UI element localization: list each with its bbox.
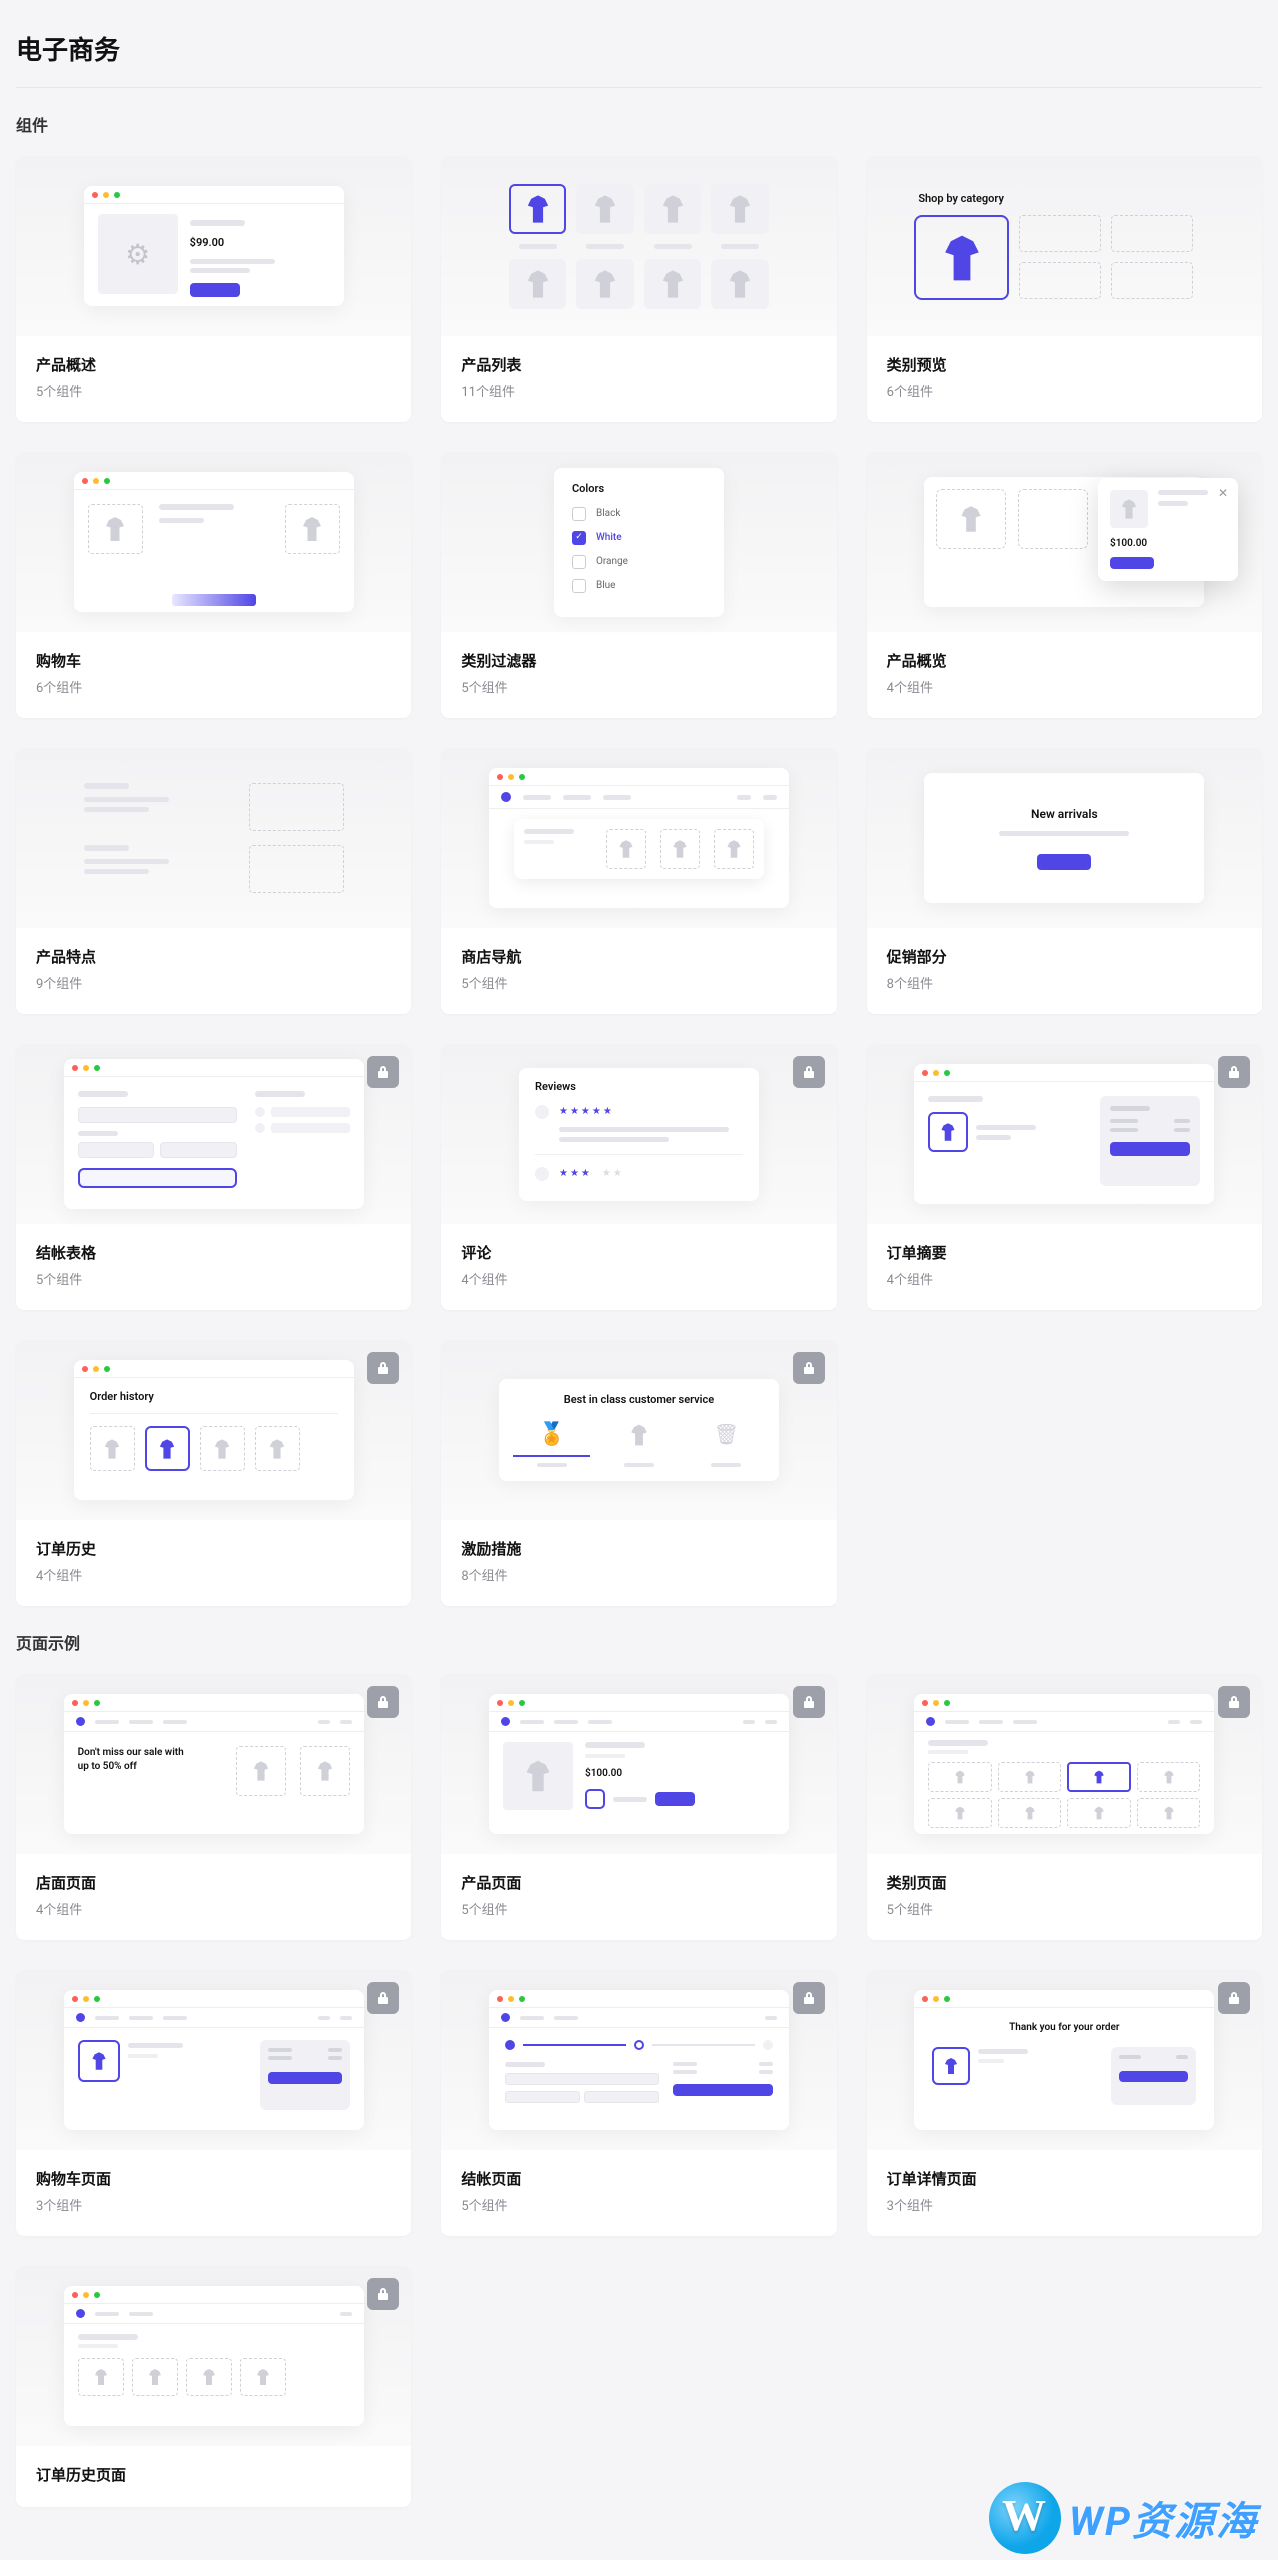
card-title: 类别预览 bbox=[887, 354, 1242, 375]
card-title: 类别页面 bbox=[887, 1872, 1242, 1893]
component-card[interactable]: 购物车页面 3个组件 bbox=[16, 1970, 411, 2236]
card-title: 激励措施 bbox=[461, 1538, 816, 1559]
card-subtitle: 3个组件 bbox=[36, 2195, 391, 2214]
lock-icon bbox=[1218, 1982, 1250, 2014]
component-card[interactable]: 订单摘要 4个组件 bbox=[867, 1044, 1262, 1310]
card-title: 产品列表 bbox=[461, 354, 816, 375]
card-title: 结帐表格 bbox=[36, 1242, 391, 1263]
card-title: 商店导航 bbox=[461, 946, 816, 967]
card-title: 产品页面 bbox=[461, 1872, 816, 1893]
card-preview: Reviews ★★★★★ ★★★★★ bbox=[441, 1044, 836, 1224]
component-card[interactable]: 产品列表 11个组件 bbox=[441, 156, 836, 422]
component-card[interactable]: Order history 订单历史 4个组件 bbox=[16, 1340, 411, 1606]
card-preview bbox=[16, 748, 411, 928]
lock-icon bbox=[367, 1982, 399, 2014]
card-subtitle: 4个组件 bbox=[36, 1565, 391, 1584]
component-card[interactable]: 类别页面 5个组件 bbox=[867, 1674, 1262, 1940]
lock-icon bbox=[793, 1352, 825, 1384]
card-subtitle: 6个组件 bbox=[887, 381, 1242, 400]
card-title: 订单历史页面 bbox=[36, 2464, 391, 2485]
card-preview: New arrivals bbox=[867, 748, 1262, 928]
lock-icon bbox=[1218, 1056, 1250, 1088]
card-preview bbox=[16, 1970, 411, 2150]
component-card[interactable]: $100.00 产品页面 5个组件 bbox=[441, 1674, 836, 1940]
card-subtitle: 6个组件 bbox=[36, 677, 391, 696]
card-subtitle: 4个组件 bbox=[461, 1269, 816, 1288]
component-card[interactable]: 订单历史页面 bbox=[16, 2266, 411, 2507]
card-subtitle: 3个组件 bbox=[887, 2195, 1242, 2214]
lock-icon bbox=[367, 1686, 399, 1718]
card-preview: Thank you for your order bbox=[867, 1970, 1262, 2150]
card-preview: Shop by category bbox=[867, 156, 1262, 336]
card-title: 产品特点 bbox=[36, 946, 391, 967]
page-title: 电子商务 bbox=[16, 20, 1262, 88]
lock-icon bbox=[1218, 1686, 1250, 1718]
card-title: 促销部分 bbox=[887, 946, 1242, 967]
component-card[interactable]: Reviews ★★★★★ ★★★★★ 评论 4个组件 bbox=[441, 1044, 836, 1310]
card-title: 产品概览 bbox=[887, 650, 1242, 671]
card-subtitle: 8个组件 bbox=[461, 1565, 816, 1584]
card-preview: ✕ $100.00 bbox=[867, 452, 1262, 632]
component-card[interactable]: Shop by category 类别预览 6个组件 bbox=[867, 156, 1262, 422]
lock-icon bbox=[793, 1686, 825, 1718]
card-title: 购物车 bbox=[36, 650, 391, 671]
card-subtitle: 5个组件 bbox=[461, 677, 816, 696]
component-card[interactable]: 结帐页面 5个组件 bbox=[441, 1970, 836, 2236]
card-preview bbox=[16, 452, 411, 632]
section-title: 组件 bbox=[16, 112, 1262, 136]
card-subtitle: 5个组件 bbox=[461, 1899, 816, 1918]
card-preview bbox=[441, 748, 836, 928]
card-title: 评论 bbox=[461, 1242, 816, 1263]
component-card[interactable]: 产品特点 9个组件 bbox=[16, 748, 411, 1014]
lock-icon bbox=[367, 1056, 399, 1088]
card-preview: Best in class customer service 🏅 🗑 bbox=[441, 1340, 836, 1520]
lock-icon bbox=[793, 1982, 825, 2014]
component-card[interactable]: ⚙ $99.00 产品概述 5个组件 bbox=[16, 156, 411, 422]
card-preview bbox=[16, 2266, 411, 2446]
card-subtitle: 5个组件 bbox=[461, 2195, 816, 2214]
lock-icon bbox=[367, 1352, 399, 1384]
card-preview bbox=[867, 1044, 1262, 1224]
card-title: 结帐页面 bbox=[461, 2168, 816, 2189]
card-subtitle: 8个组件 bbox=[887, 973, 1242, 992]
card-preview bbox=[867, 1674, 1262, 1854]
card-subtitle: 5个组件 bbox=[36, 381, 391, 400]
lock-icon bbox=[793, 1056, 825, 1088]
card-title: 订单详情页面 bbox=[887, 2168, 1242, 2189]
card-title: 订单摘要 bbox=[887, 1242, 1242, 1263]
section-title: 页面示例 bbox=[16, 1630, 1262, 1654]
card-preview: $100.00 bbox=[441, 1674, 836, 1854]
card-preview bbox=[16, 1044, 411, 1224]
card-preview: Don't miss our sale with up to 50% off bbox=[16, 1674, 411, 1854]
lock-icon bbox=[367, 2278, 399, 2310]
component-card[interactable]: New arrivals 促销部分 8个组件 bbox=[867, 748, 1262, 1014]
component-card[interactable]: 商店导航 5个组件 bbox=[441, 748, 836, 1014]
card-subtitle: 11个组件 bbox=[461, 381, 816, 400]
card-preview bbox=[441, 1970, 836, 2150]
card-title: 订单历史 bbox=[36, 1538, 391, 1559]
component-card[interactable]: Don't miss our sale with up to 50% off 店… bbox=[16, 1674, 411, 1940]
card-preview: Order history bbox=[16, 1340, 411, 1520]
card-subtitle: 5个组件 bbox=[36, 1269, 391, 1288]
component-card[interactable]: Colors BlackWhiteOrangeBlue 类别过滤器 5个组件 bbox=[441, 452, 836, 718]
component-card[interactable]: 结帐表格 5个组件 bbox=[16, 1044, 411, 1310]
watermark-logo: W WP资源海 bbox=[989, 2482, 1258, 2554]
component-card[interactable]: ✕ $100.00 产品概览 4个组件 bbox=[867, 452, 1262, 718]
card-subtitle: 5个组件 bbox=[461, 973, 816, 992]
card-title: 产品概述 bbox=[36, 354, 391, 375]
card-title: 店面页面 bbox=[36, 1872, 391, 1893]
card-subtitle: 4个组件 bbox=[36, 1899, 391, 1918]
card-title: 购物车页面 bbox=[36, 2168, 391, 2189]
component-card[interactable]: 购物车 6个组件 bbox=[16, 452, 411, 718]
card-preview bbox=[441, 156, 836, 336]
card-preview: Colors BlackWhiteOrangeBlue bbox=[441, 452, 836, 632]
component-card[interactable]: Best in class customer service 🏅 🗑 激励措施 8… bbox=[441, 1340, 836, 1606]
card-preview: ⚙ $99.00 bbox=[16, 156, 411, 336]
card-subtitle: 4个组件 bbox=[887, 1269, 1242, 1288]
card-title: 类别过滤器 bbox=[461, 650, 816, 671]
card-subtitle: 4个组件 bbox=[887, 677, 1242, 696]
card-subtitle: 9个组件 bbox=[36, 973, 391, 992]
component-card[interactable]: Thank you for your order 订单详情页面 3个组件 bbox=[867, 1970, 1262, 2236]
card-subtitle: 5个组件 bbox=[887, 1899, 1242, 1918]
